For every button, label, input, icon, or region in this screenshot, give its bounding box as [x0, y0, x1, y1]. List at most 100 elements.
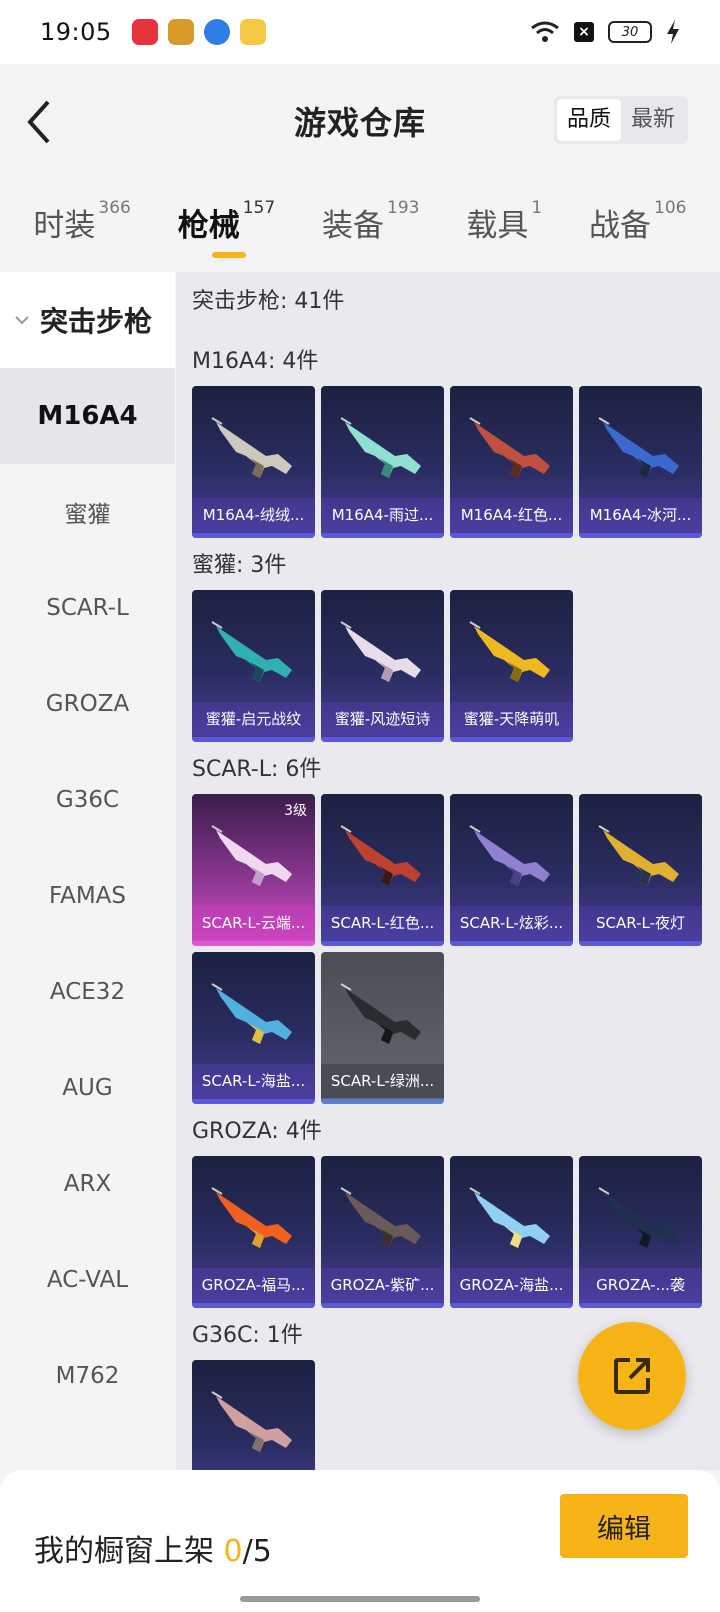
rarity-bar [450, 533, 573, 538]
tab-label: 时装 [33, 208, 96, 244]
tab-weapons[interactable]: 枪械 157 [178, 198, 276, 258]
weapon-image [598, 1187, 679, 1248]
rarity-bar [321, 941, 444, 946]
weapon-name: M16A4-雨过... [321, 498, 444, 532]
weapon-image [469, 417, 550, 478]
share-button[interactable] [578, 1322, 686, 1430]
home-indicator[interactable] [240, 1596, 480, 1602]
weapon-card[interactable]: 蜜獾-天降萌叽 [450, 590, 573, 742]
sidebar-item[interactable]: M762 [0, 1328, 175, 1424]
rarity-bar [321, 1303, 444, 1308]
chevron-down-icon [15, 316, 29, 325]
no-sim-icon: × [574, 22, 594, 42]
weapon-image [469, 1187, 550, 1248]
tab-count: 1 [531, 198, 543, 218]
rarity-bar [450, 1303, 573, 1308]
sidebar-item[interactable]: 蜜獾 [0, 464, 175, 560]
weapon-name: M16A4-红色... [450, 498, 573, 532]
chat-app-icon [239, 19, 266, 45]
weapon-name: SCAR-L-红色... [321, 906, 444, 940]
tab-fashion[interactable]: 时装 366 [33, 198, 130, 245]
category-total: 突击步枪: 41件 [192, 289, 345, 314]
weapon-image [211, 621, 292, 682]
sort-newest-button[interactable]: 最新 [621, 99, 685, 141]
weapon-list[interactable]: 突击步枪: 41件 M16A4: 4件 M16A4-绒绒... M16A4-雨过..… [176, 272, 720, 1470]
weapon-image [340, 417, 421, 478]
rarity-bar [321, 533, 444, 538]
weapon-card[interactable]: GROZA-海盐... [450, 1156, 573, 1308]
weapon-name: SCAR-L-绿洲... [321, 1064, 444, 1098]
sidebar-item[interactable]: ARX [0, 1136, 175, 1232]
rarity-bar [579, 1303, 702, 1308]
weapon-image [469, 621, 550, 682]
sidebar-item[interactable]: AUG [0, 1040, 175, 1136]
weapon-sidebar: 突击步枪 M16A4 蜜獾 SCAR-L GROZA G36C FAMAS AC… [0, 272, 175, 1470]
weapon-name: SCAR-L-炫彩... [450, 906, 573, 940]
sidebar-item[interactable]: ACE32 [0, 944, 175, 1040]
sort-quality-button[interactable]: 品质 [556, 99, 621, 141]
weapon-card[interactable]: 3级 SCAR-L-云端... [192, 794, 315, 946]
weapon-sections: M16A4: 4件 M16A4-绒绒... M16A4-雨过... M16A4-红色.… [192, 342, 720, 1470]
sidebar-item[interactable]: SCAR-L [0, 560, 175, 656]
shelf-label: 我的橱窗上架 [34, 1534, 224, 1569]
section-title: GROZA: 4件 [192, 1119, 322, 1144]
rarity-bar [450, 737, 573, 742]
weapon-name: 蜜獾-启元战纹 [192, 702, 315, 736]
category-tabs: 时装 366 枪械 157 装备 193 载具 1 战备 106 [0, 180, 720, 266]
sidebar-item[interactable]: GROZA [0, 656, 175, 752]
browser-app-icon [203, 19, 230, 45]
weapon-card[interactable] [192, 1360, 315, 1470]
item-grid: GROZA-福马... GROZA-紫矿... GROZA-海盐... GROZA-.… [192, 1156, 720, 1308]
weapon-card[interactable]: M16A4-绒绒... [192, 386, 315, 538]
weapon-card[interactable]: 蜜獾-风迹短诗 [321, 590, 444, 742]
weapon-card[interactable]: SCAR-L-红色... [321, 794, 444, 946]
section-title: M16A4: 4件 [192, 349, 319, 374]
sidebar-group-label: 突击步枪 [40, 305, 153, 338]
weapon-card[interactable]: GROZA-紫矿... [321, 1156, 444, 1308]
weapon-card[interactable]: SCAR-L-炫彩... [450, 794, 573, 946]
weapon-card[interactable]: SCAR-L-绿洲... [321, 952, 444, 1104]
wifi-icon [531, 21, 559, 42]
weapon-card[interactable]: M16A4-雨过... [321, 386, 444, 538]
weapon-name: GROZA-紫矿... [321, 1268, 444, 1302]
weapon-card[interactable]: SCAR-L-海盐... [192, 952, 315, 1104]
rarity-bar [321, 737, 444, 742]
weapon-name: GROZA-海盐... [450, 1268, 573, 1302]
rarity-bar [192, 533, 315, 538]
share-icon [614, 1358, 650, 1394]
sidebar-item[interactable]: FAMAS [0, 848, 175, 944]
weapon-image [340, 983, 421, 1044]
tab-equipment[interactable]: 装备 193 [322, 198, 420, 245]
weapon-image [211, 825, 292, 886]
weapon-name: GROZA-...袭 [579, 1268, 702, 1302]
weapon-name: M16A4-绒绒... [192, 498, 315, 532]
tab-count: 106 [654, 198, 687, 218]
weapon-name: SCAR-L-云端... [192, 906, 315, 940]
weapon-card[interactable]: GROZA-...袭 [579, 1156, 702, 1308]
weapon-image [211, 983, 292, 1044]
weapon-card[interactable]: M16A4-冰河... [579, 386, 702, 538]
game-app-icon [167, 19, 194, 45]
battery-level: 30 [621, 24, 639, 40]
shelf-current-count: 0 [223, 1534, 243, 1569]
weapon-name: GROZA-福马... [192, 1268, 315, 1302]
sort-toggle: 品质 最新 [553, 96, 688, 144]
tab-vehicles[interactable]: 载具 1 [466, 198, 543, 245]
tab-count: 157 [242, 198, 276, 218]
weapon-card[interactable]: 蜜獾-启元战纹 [192, 590, 315, 742]
weapon-card[interactable]: SCAR-L-夜灯 [579, 794, 702, 946]
weapon-card[interactable]: M16A4-红色... [450, 386, 573, 538]
weapon-card[interactable]: GROZA-福马... [192, 1156, 315, 1308]
sidebar-item[interactable]: AC-VAL [0, 1232, 175, 1328]
item-grid: 3级 SCAR-L-云端... SCAR-L-红色... SCAR-L-炫彩... SC… [192, 794, 720, 1104]
sidebar-group-assault-rifles[interactable]: 突击步枪 [0, 272, 175, 368]
tab-count: 193 [387, 198, 420, 218]
section-title: 蜜獾: 3件 [192, 553, 287, 578]
edit-button[interactable]: 编辑 [560, 1494, 688, 1558]
sidebar-item[interactable]: M16A4 [0, 368, 175, 464]
tab-supplies[interactable]: 战备 106 [589, 198, 687, 245]
section-title: SCAR-L: 6件 [192, 757, 322, 782]
showcase-shelf-status: 我的橱窗上架 0/5 [34, 1526, 272, 1570]
rarity-bar [192, 1303, 315, 1308]
sidebar-item[interactable]: G36C [0, 752, 175, 848]
